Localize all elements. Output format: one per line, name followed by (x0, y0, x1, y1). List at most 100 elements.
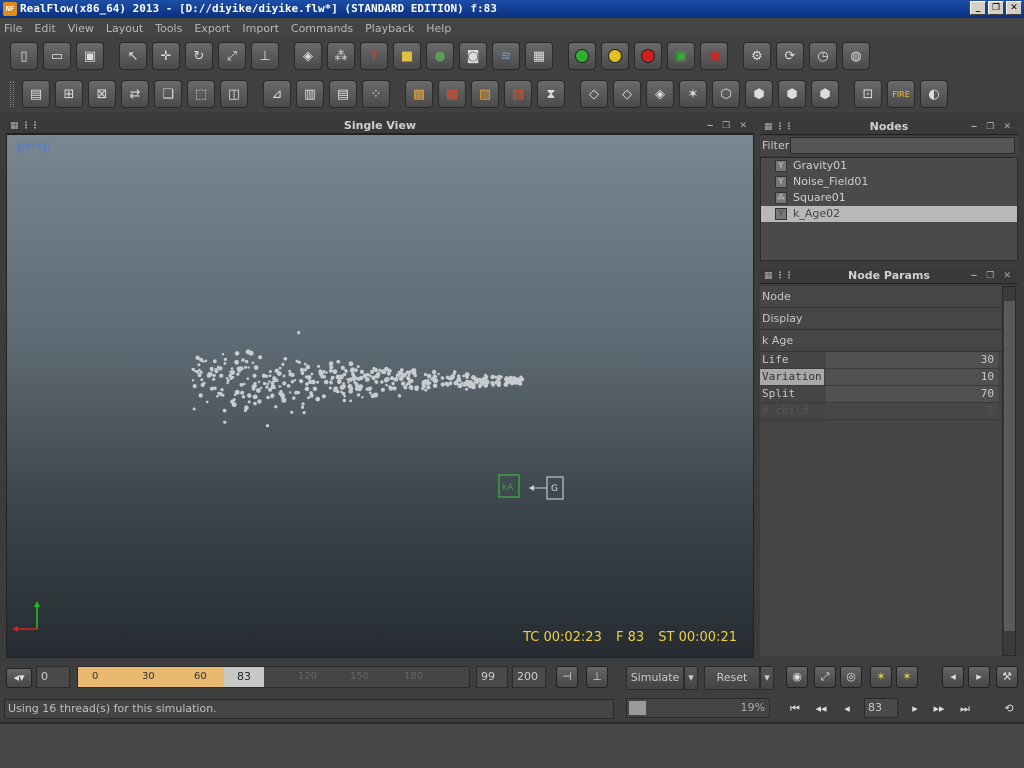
reset-dropdown-icon[interactable]: ▾ (760, 666, 774, 690)
eye-icon[interactable]: ◎ (840, 666, 862, 688)
shade-wire-icon[interactable]: ⬡ (712, 80, 740, 108)
viewport-3d[interactable]: persp kA G TC 00:02:23 F 83 ST 00:00:21 (6, 134, 754, 658)
section-display[interactable]: Display (760, 308, 1002, 330)
loop-icon[interactable]: ⟲ (1000, 700, 1018, 718)
cube-view-1-icon[interactable]: ◇ (580, 80, 608, 108)
cache-delete-icon[interactable]: ▣ (700, 42, 728, 70)
domain-icon[interactable]: ▦ (525, 42, 553, 70)
param-variation-value[interactable]: 10 (826, 369, 998, 385)
map-icon[interactable]: ▨ (471, 80, 499, 108)
menu-commands[interactable]: Commands (291, 22, 353, 35)
script-icon[interactable]: ⚙ (743, 42, 771, 70)
sparkle-alt-icon[interactable]: ✶ (896, 666, 918, 688)
camera-icon[interactable]: ◙ (459, 42, 487, 70)
start-frame-field[interactable]: 0 (36, 666, 70, 688)
new-file-icon[interactable]: ▯ (10, 42, 38, 70)
panel-grid-icon[interactable]: ▦ ⋮⋮ (10, 118, 40, 134)
gravity-daemon-icon[interactable]: kA (498, 474, 520, 498)
render-red-icon[interactable]: ▩ (438, 80, 466, 108)
scale-tool-icon[interactable]: ⤢ (218, 42, 246, 70)
cube-view-3-icon[interactable]: ◈ (646, 80, 674, 108)
node-item-gravity[interactable]: Y Gravity01 (761, 158, 1017, 174)
section-node[interactable]: Node (760, 286, 1002, 308)
max-frame-field[interactable]: 200 (512, 666, 546, 688)
play-back-icon[interactable]: ◂ (838, 700, 856, 718)
mesh-icon[interactable]: ● (426, 42, 454, 70)
menu-file[interactable]: File (4, 22, 22, 35)
reset-button[interactable]: Reset (704, 666, 760, 690)
node-item-square[interactable]: ⁂ Square01 (761, 190, 1017, 206)
params-scrollbar[interactable] (1002, 286, 1016, 656)
shade-full-icon[interactable]: ⬢ (811, 80, 839, 108)
map-alt-icon[interactable]: ▨ (504, 80, 532, 108)
save-file-icon[interactable]: ▣ (76, 42, 104, 70)
key-menu-icon[interactable]: ◂▾ (6, 668, 32, 688)
go-start-icon[interactable]: ⏮ (786, 700, 804, 718)
layer-move-icon[interactable]: ⇄ (121, 80, 149, 108)
film-icon[interactable]: ▥ (296, 80, 324, 108)
node-item-k-age[interactable]: Yk_Age02 (761, 206, 1017, 222)
layer-link-icon[interactable]: ⊠ (88, 80, 116, 108)
simulate-dropdown-icon[interactable]: ▾ (684, 666, 698, 690)
render-icon[interactable]: ▩ (405, 80, 433, 108)
open-file-icon[interactable]: ▭ (43, 42, 71, 70)
wave-icon[interactable]: ≋ (492, 42, 520, 70)
batch-icon[interactable]: ⟳ (776, 42, 804, 70)
globe-icon[interactable]: ◍ (842, 42, 870, 70)
step-forward-icon[interactable]: ▸▸ (930, 700, 948, 718)
go-end-icon[interactable]: ⏭ (956, 700, 974, 718)
move-tool-icon[interactable]: ✛ (152, 42, 180, 70)
rotate-tool-icon[interactable]: ↻ (185, 42, 213, 70)
key-left-icon[interactable]: ◂ (942, 666, 964, 688)
menu-tools[interactable]: Tools (155, 22, 182, 35)
maximize-button[interactable]: ❐ (988, 1, 1004, 15)
maxwell-icon[interactable]: ◐ (920, 80, 948, 108)
param-child-value[interactable]: 2 (826, 403, 998, 419)
menu-help[interactable]: Help (426, 22, 451, 35)
sparkle-icon[interactable]: ✶ (870, 666, 892, 688)
node-item-noise-field[interactable]: Y Noise_Field01 (761, 174, 1017, 190)
box-icon[interactable]: ⬚ (187, 80, 215, 108)
shade-smooth-icon[interactable]: ⬢ (778, 80, 806, 108)
hourglass-icon[interactable]: ⧗ (537, 80, 565, 108)
emitter-icon[interactable]: ◈ (294, 42, 322, 70)
daemon-icon[interactable]: Y (360, 42, 388, 70)
graph-icon[interactable]: ⊿ (263, 80, 291, 108)
particles-icon[interactable]: ⁂ (327, 42, 355, 70)
renderkit-icon[interactable]: ⊡ (854, 80, 882, 108)
noise-field-icon[interactable]: G (529, 476, 564, 500)
panel-grid-icon[interactable]: ▦ ⋮⋮ (764, 119, 794, 135)
select-tool-icon[interactable]: ↖ (119, 42, 147, 70)
filter-input[interactable] (790, 137, 1015, 154)
cache-save-icon[interactable]: ▣ (667, 42, 695, 70)
simulate-button[interactable]: Simulate (626, 666, 684, 690)
cube-view-4-icon[interactable]: ✶ (679, 80, 707, 108)
fire-icon[interactable]: FIRE (887, 80, 915, 108)
panel-controls-icon[interactable]: ‒ ❐ ✕ (971, 119, 1014, 135)
toolbar-grip[interactable] (10, 81, 14, 107)
end-frame-field[interactable]: 99 (476, 666, 508, 688)
step-back-icon[interactable]: ◂◂ (812, 700, 830, 718)
panel-grid-icon[interactable]: ▦ ⋮⋮ (764, 268, 794, 284)
box-split-icon[interactable]: ◫ (220, 80, 248, 108)
yellow-light-icon[interactable] (601, 42, 629, 70)
object-icon[interactable]: ■ (393, 42, 421, 70)
menu-layout[interactable]: Layout (106, 22, 143, 35)
timeline-slider[interactable]: 0 30 60 83 120 150 180 (77, 666, 470, 688)
layer-copy-icon[interactable]: ❏ (154, 80, 182, 108)
key-right-icon[interactable]: ▸ (968, 666, 990, 688)
section-k-age[interactable]: k Age (760, 330, 1002, 352)
menu-edit[interactable]: Edit (34, 22, 55, 35)
cube-view-2-icon[interactable]: ◇ (613, 80, 641, 108)
axis-icon[interactable]: ⊥ (251, 42, 279, 70)
play-icon[interactable]: ▸ (906, 700, 924, 718)
param-life-value[interactable]: 30 (826, 352, 998, 368)
minimize-button[interactable]: _ (970, 1, 986, 15)
green-light-icon[interactable] (568, 42, 596, 70)
visibility-icon[interactable]: ◉ (786, 666, 808, 688)
frame-field[interactable]: 83 (864, 698, 898, 718)
menu-view[interactable]: View (68, 22, 94, 35)
wrench-icon[interactable]: ⚒ (996, 666, 1018, 688)
notes-icon[interactable]: ▤ (329, 80, 357, 108)
dots-icon[interactable]: ⁘ (362, 80, 390, 108)
